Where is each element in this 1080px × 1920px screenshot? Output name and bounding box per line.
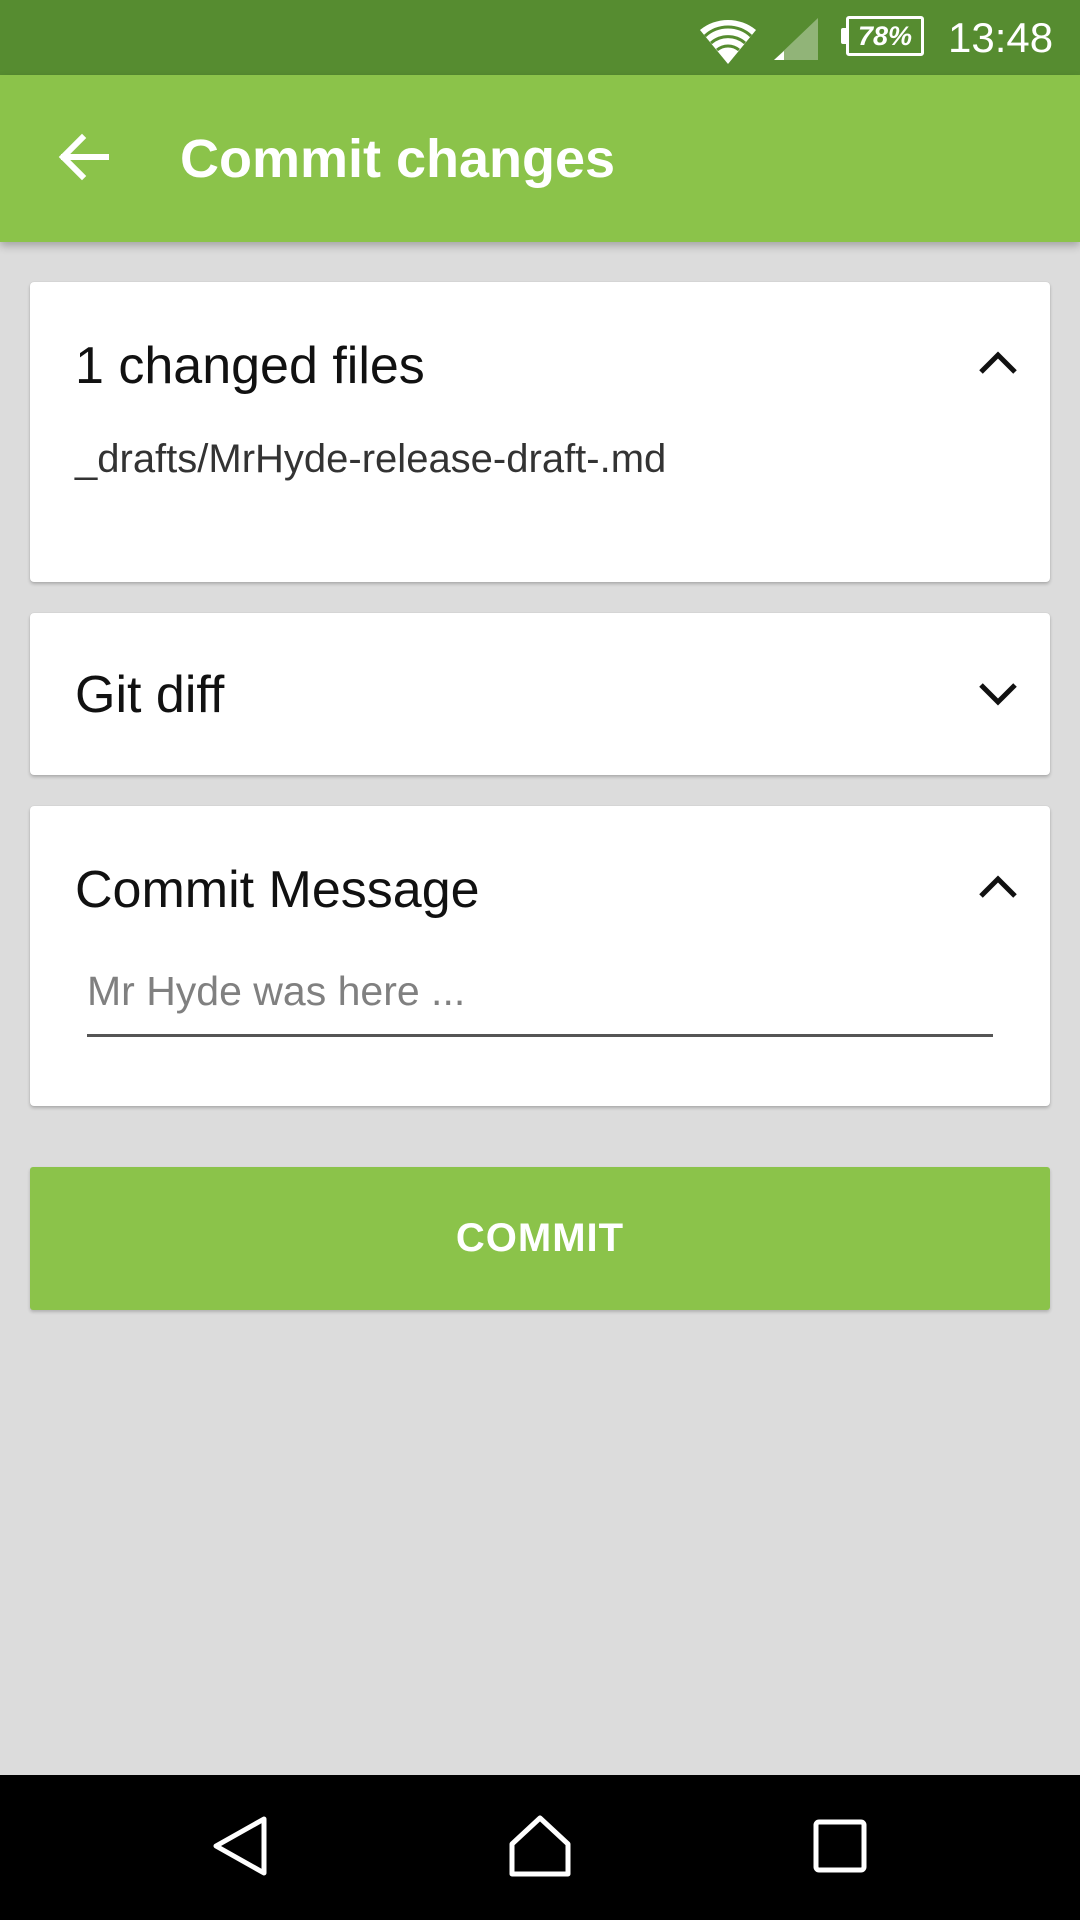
commit-message-card: Commit Message — [30, 806, 1050, 1106]
system-nav-bar — [0, 1775, 1080, 1920]
page-title: Commit changes — [180, 129, 616, 189]
status-time: 13:48 — [948, 14, 1054, 61]
commit-button[interactable]: COMMIT — [30, 1167, 1050, 1310]
changed-file-item[interactable]: _drafts/MrHyde-release-draft-.md — [75, 434, 666, 484]
chevron-down-icon[interactable] — [965, 660, 1031, 726]
arrow-back-icon[interactable] — [52, 125, 116, 189]
wifi-icon — [700, 19, 756, 64]
battery-icon: 78% — [841, 16, 924, 56]
commit-message-input[interactable] — [87, 958, 993, 1037]
recents-nav-icon[interactable] — [805, 1811, 875, 1881]
chevron-up-icon[interactable] — [965, 330, 1031, 396]
status-bar: 78% 13:48 — [0, 0, 1080, 75]
back-nav-icon[interactable] — [205, 1811, 275, 1881]
chevron-up-icon[interactable] — [965, 854, 1031, 920]
changed-files-card: 1 changed files _drafts/MrHyde-release-d… — [30, 282, 1050, 582]
commit-message-title: Commit Message — [75, 861, 480, 919]
changed-files-title: 1 changed files — [75, 337, 425, 395]
git-diff-title: Git diff — [75, 666, 225, 724]
git-diff-card[interactable]: Git diff — [30, 613, 1050, 775]
app-bar: Commit changes — [0, 75, 1080, 242]
cell-signal-icon — [774, 18, 818, 60]
battery-level: 78% — [857, 20, 913, 51]
home-nav-icon[interactable] — [505, 1811, 575, 1881]
